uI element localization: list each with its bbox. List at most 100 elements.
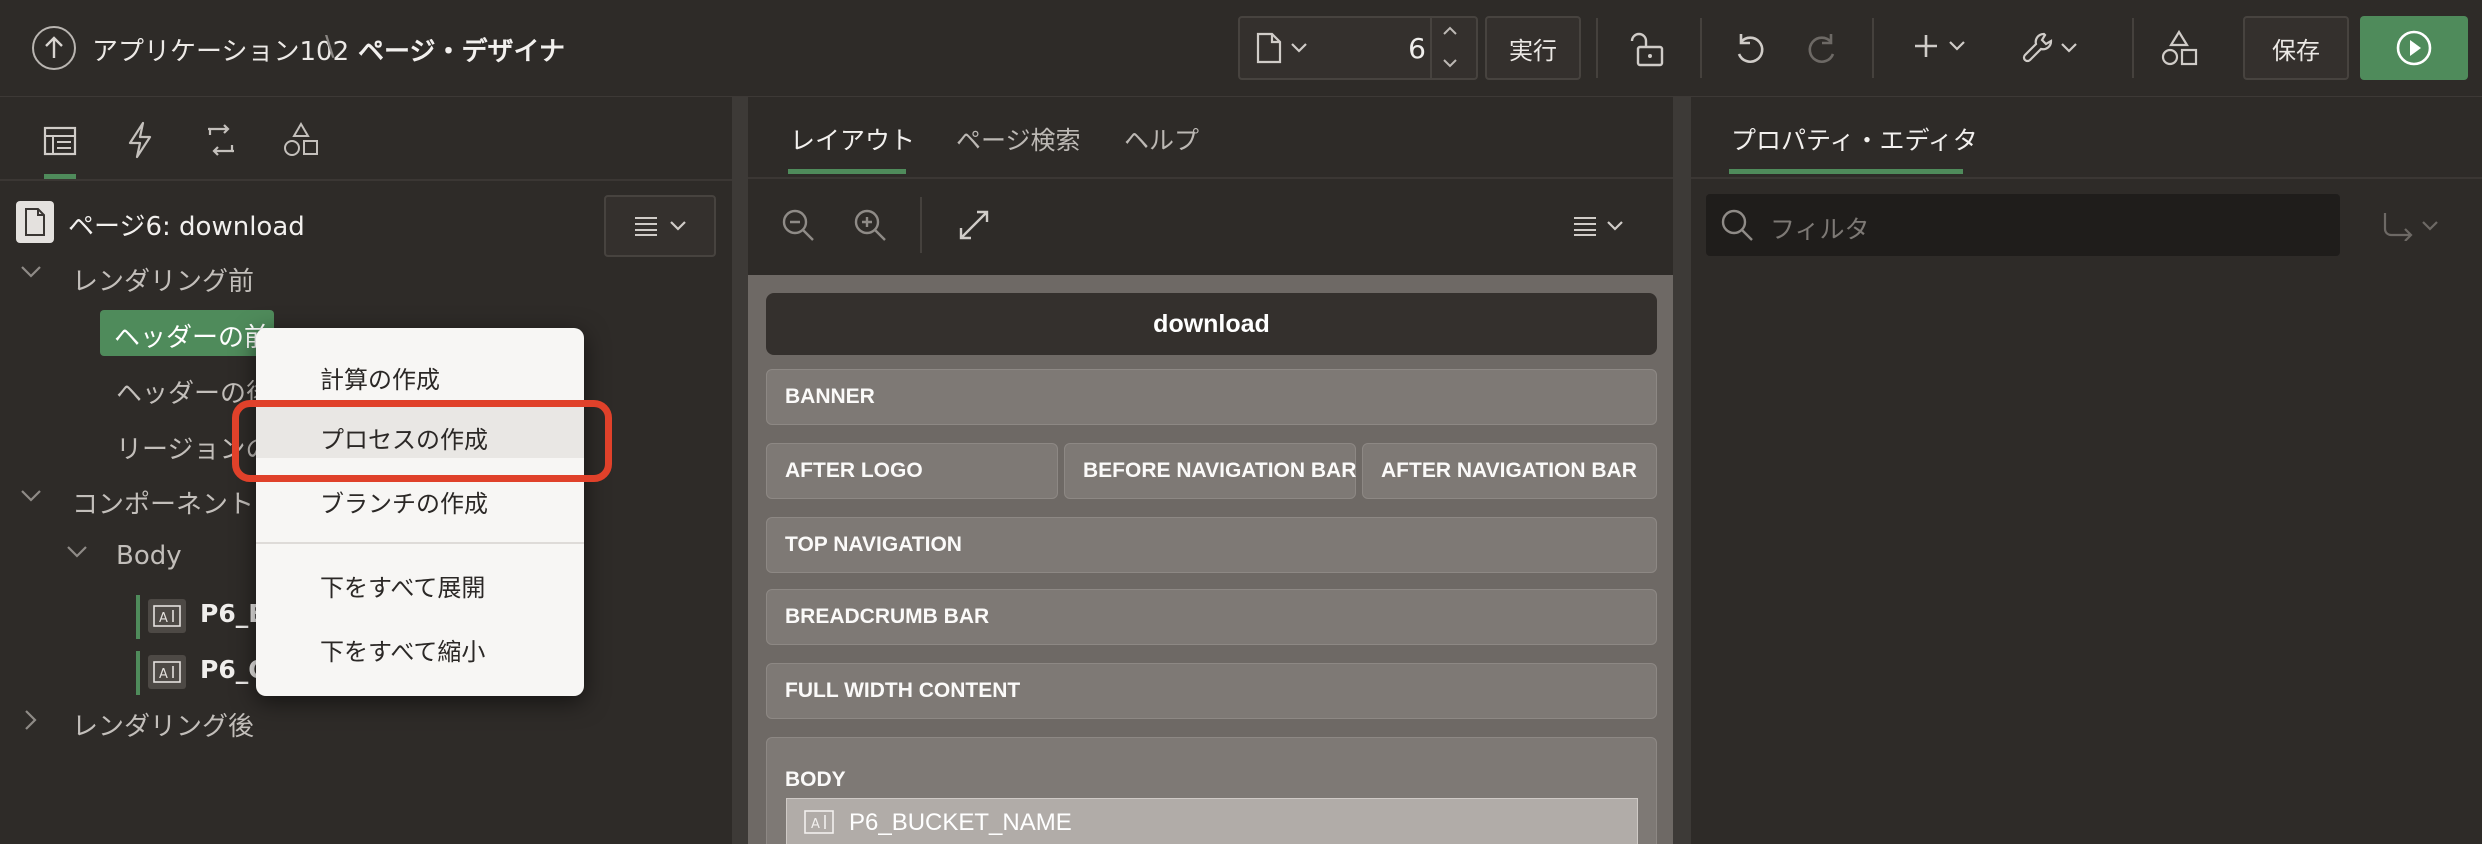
svg-text:A: A	[159, 667, 168, 682]
page-title: ページ・デザイナ	[358, 37, 565, 67]
region-label: FULL WIDTH CONTENT	[785, 679, 1021, 702]
divider	[0, 179, 732, 181]
tree-node-selected[interactable]: ヘッダーの前	[100, 310, 274, 356]
run-button[interactable]: 実行	[1485, 16, 1581, 80]
region-full-width-content[interactable]: FULL WIDTH CONTENT	[766, 663, 1657, 719]
tree-node-components[interactable]: コンポーネント	[72, 484, 254, 521]
splitter[interactable]	[732, 97, 748, 844]
shared-components-icon[interactable]	[2158, 28, 2200, 70]
tree-node-body[interactable]: Body	[116, 541, 182, 571]
up-arrow-icon[interactable]	[32, 26, 76, 70]
region-banner[interactable]: BANNER	[766, 369, 1657, 425]
filter-input[interactable]: フィルタ	[1706, 194, 2340, 256]
page-selector[interactable]: 6	[1238, 16, 1478, 80]
divider	[748, 177, 1673, 179]
save-button[interactable]: 保存	[2243, 16, 2349, 80]
tree-item-marker	[136, 651, 140, 695]
chevron-down-icon[interactable]	[66, 545, 88, 559]
chevron-down-icon[interactable]	[1290, 42, 1308, 54]
menu-divider	[256, 542, 584, 544]
divider	[2132, 18, 2134, 78]
tree-item-marker	[136, 595, 140, 639]
chevron-down-icon	[670, 221, 686, 231]
center-pane: レイアウト ページ検索 ヘルプ download BANNER AFTER LO…	[748, 97, 1673, 844]
region-after-navigation-bar[interactable]: AFTER NAVIGATION BAR	[1362, 443, 1657, 499]
region-label: TOP NAVIGATION	[785, 533, 962, 556]
wrench-icon	[2022, 32, 2053, 63]
context-menu: 計算の作成 プロセスの作成 ブランチの作成 下をすべて展開 下をすべて縮小	[256, 328, 584, 696]
tab-help[interactable]: ヘルプ	[1124, 121, 1199, 157]
layout-menu-button[interactable]	[1572, 215, 1624, 237]
filter-placeholder: フィルタ	[1770, 215, 1870, 244]
region-label: BANNER	[785, 385, 875, 408]
corner-arrow-icon	[2383, 213, 2413, 241]
region-label: BEFORE NAVIGATION BAR	[1083, 459, 1357, 482]
plus-icon	[1915, 35, 1937, 57]
chevron-down-icon[interactable]	[1442, 58, 1458, 68]
svg-text:A: A	[159, 611, 168, 626]
page-number-input[interactable]: 6	[1390, 32, 1426, 65]
divider	[1872, 18, 1874, 78]
zoom-out-icon[interactable]	[778, 205, 818, 245]
menu-item-expand-all[interactable]: 下をすべて展開	[320, 568, 485, 603]
region-label: AFTER NAVIGATION BAR	[1381, 459, 1637, 482]
region-after-logo[interactable]: AFTER LOGO	[766, 443, 1058, 499]
app-name-link[interactable]: アプリケーション102	[92, 31, 349, 68]
zoom-in-icon[interactable]	[850, 205, 890, 245]
page-item-p6-bucket-name[interactable]: A P6_BUCKET_NAME	[786, 798, 1638, 844]
shared-components-tab-icon[interactable]	[280, 119, 322, 161]
tab-page-search[interactable]: ページ検索	[956, 121, 1081, 157]
list-icon	[1574, 217, 1596, 236]
region-label: BODY	[785, 768, 846, 791]
page-icon	[1256, 32, 1282, 64]
go-to-group-button[interactable]	[2381, 211, 2439, 241]
tab-property-editor[interactable]: プロパティ・エディタ	[1731, 121, 1978, 157]
splitter[interactable]	[1673, 97, 1691, 844]
chevron-down-icon[interactable]	[20, 489, 42, 503]
region-label: BREADCRUMB BAR	[785, 605, 990, 628]
processing-tab-icon[interactable]	[200, 119, 242, 161]
text-field-icon: A	[803, 809, 835, 835]
rendering-tab-icon[interactable]	[40, 121, 80, 161]
menu-item-create-computation[interactable]: 計算の作成	[320, 360, 440, 395]
redo-icon[interactable]	[1802, 28, 1842, 68]
dynamic-actions-tab-icon[interactable]	[120, 119, 160, 161]
page-tree-title: ページ6: download	[68, 212, 305, 242]
page-icon	[16, 201, 54, 243]
region-top-navigation[interactable]: TOP NAVIGATION	[766, 517, 1657, 573]
tab-layout[interactable]: レイアウト	[790, 121, 915, 157]
active-tab-indicator	[1729, 169, 1963, 174]
active-tab-indicator	[788, 169, 906, 174]
chevron-down-icon[interactable]	[20, 265, 42, 279]
menu-item-collapse-all[interactable]: 下をすべて縮小	[320, 632, 485, 667]
tree-node-before-rendering[interactable]: レンダリング前	[72, 261, 254, 298]
page-header-bar[interactable]: download	[766, 293, 1657, 355]
list-icon	[635, 217, 657, 236]
page-item-label: P6_BUCKET_NAME	[849, 809, 1072, 836]
svg-text:A: A	[811, 817, 820, 832]
chevron-right-icon[interactable]	[24, 709, 38, 731]
utilities-menu-button[interactable]	[2020, 30, 2078, 66]
save-and-run-button[interactable]	[2360, 16, 2468, 80]
run-label: 実行	[1509, 36, 1557, 65]
expand-icon[interactable]	[956, 207, 992, 243]
divider	[920, 197, 922, 253]
top-toolbar: アプリケーション102 \ ページ・デザイナ 6 実行 保存	[0, 0, 2482, 97]
divider	[1596, 18, 1598, 78]
region-before-navigation-bar[interactable]: BEFORE NAVIGATION BAR	[1064, 443, 1356, 499]
region-breadcrumb-bar[interactable]: BREADCRUMB BAR	[766, 589, 1657, 645]
unlock-icon[interactable]	[1628, 30, 1668, 70]
chevron-up-icon[interactable]	[1442, 26, 1458, 36]
tree-node-before-header: ヘッダーの前	[114, 323, 271, 353]
tree-menu-button[interactable]	[604, 195, 716, 257]
undo-icon[interactable]	[1730, 28, 1770, 68]
tree-node-after-rendering[interactable]: レンダリング後	[72, 706, 254, 743]
play-circle-icon	[2396, 30, 2432, 66]
region-label: AFTER LOGO	[785, 459, 923, 482]
breadcrumb-separator: \	[325, 29, 335, 62]
create-menu-button[interactable]	[1912, 32, 1966, 60]
menu-item-create-branch[interactable]: ブランチの作成	[320, 484, 488, 519]
highlight-annotation	[232, 400, 612, 482]
chevron-down-icon	[1607, 221, 1623, 231]
divider	[1700, 18, 1702, 78]
